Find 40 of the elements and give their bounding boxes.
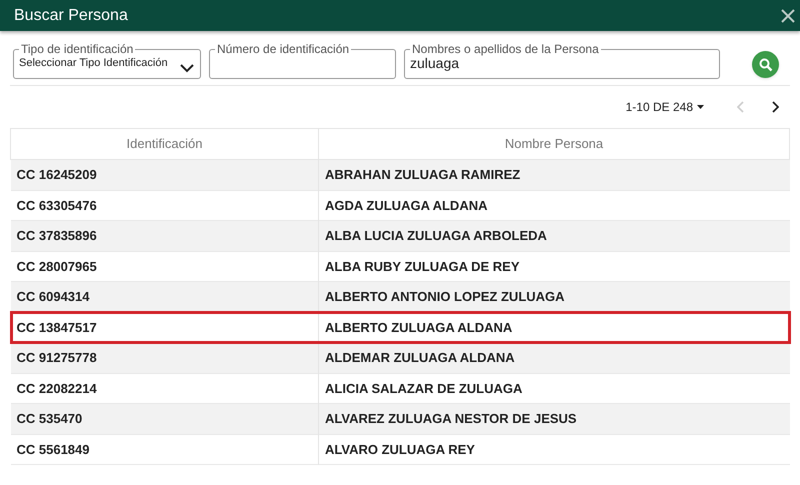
page-range-dropdown[interactable]: 1-10 DE 248 <box>626 98 704 116</box>
input-field[interactable]: Nombres o apellidos de la Persona zuluaga <box>404 43 720 79</box>
field-label: Tipo de identificación <box>20 43 134 55</box>
table-cell: CC 91275778 <box>10 342 318 373</box>
table-cell: CC 535470 <box>10 404 318 434</box>
table-row[interactable]: CC 13847517 ALBERTO ZULUAGA ALDANA <box>10 312 790 342</box>
close-icon[interactable] <box>780 8 796 24</box>
table-cell: ALDEMAR ZULUAGA ALDANA <box>318 342 790 373</box>
table-cell: ALVAREZ ZULUAGA NESTOR DE JESUS <box>318 404 790 434</box>
chevron-down-icon <box>180 63 194 73</box>
table-cell: ALBERTO ZULUAGA ALDANA <box>318 312 790 342</box>
table-cell: ALICIA SALAZAR DE ZULUAGA <box>318 373 790 404</box>
table-row[interactable]: CC 535470 ALVAREZ ZULUAGA NESTOR DE JESUS <box>10 404 790 434</box>
table-row[interactable]: CC 5561849 ALVARO ZULUAGA REY <box>10 434 790 464</box>
table-cell: CC 13847517 <box>10 312 318 342</box>
search-button[interactable] <box>752 51 779 78</box>
select-value: Seleccionar Tipo Identificación <box>19 56 168 72</box>
table-row[interactable]: CC 6094314 ALBERTO ANTONIO LOPEZ ZULUAGA <box>10 282 790 312</box>
table-cell: AGDA ZULUAGA ALDANA <box>318 190 790 220</box>
table-cell: CC 16245209 <box>10 160 318 190</box>
chevron-left-icon <box>737 101 745 113</box>
field-label: Número de identificación <box>216 43 350 55</box>
chevron-right-icon <box>771 101 779 113</box>
search-icon <box>758 58 772 72</box>
table-row[interactable]: CC 37835896 ALBA LUCIA ZULUAGA ARBOLEDA <box>10 220 790 251</box>
table-row[interactable]: CC 22082214 ALICIA SALAZAR DE ZULUAGA <box>10 373 790 404</box>
field-label: Nombres o apellidos de la Persona <box>411 43 600 55</box>
table-row[interactable]: CC 91275778 ALDEMAR ZULUAGA ALDANA <box>10 342 790 373</box>
select-field[interactable]: Tipo de identificación Seleccionar Tipo Identificación <box>13 43 201 79</box>
window-title: Buscar Persona <box>14 6 128 26</box>
table-cell: ALVARO ZULUAGA REY <box>318 434 790 464</box>
table-row[interactable]: CC 16245209 ABRAHAN ZULUAGA RAMIREZ <box>10 160 790 190</box>
table-row[interactable]: CC 63305476 AGDA ZULUAGA ALDANA <box>10 190 790 220</box>
table-cell: CC 5561849 <box>10 434 318 464</box>
input-field[interactable]: Número de identificación <box>209 43 396 79</box>
field-value: zuluaga <box>410 54 460 73</box>
table-row[interactable]: CC 28007965 ALBA RUBY ZULUAGA DE REY <box>10 251 790 282</box>
caret-icon <box>697 105 704 109</box>
table-cell: CC 37835896 <box>10 220 318 251</box>
table-cell: ALBA RUBY ZULUAGA DE REY <box>318 251 790 282</box>
